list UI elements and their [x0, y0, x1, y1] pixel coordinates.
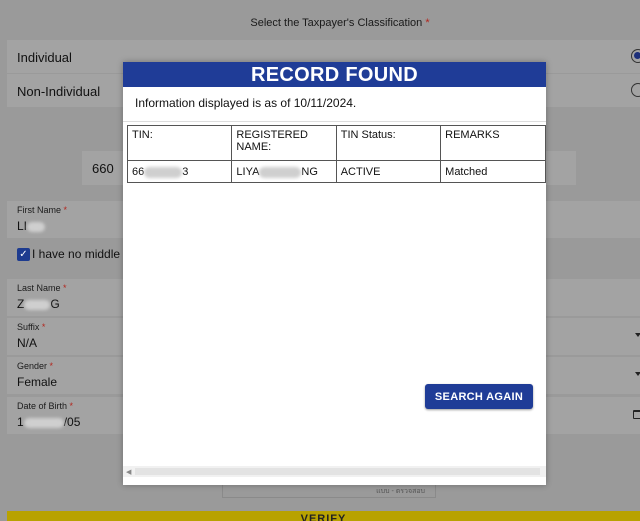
modal-divider [123, 121, 546, 122]
option-individual-label: Individual [17, 50, 72, 65]
classification-label: Select the Taxpayer's Classification * [250, 17, 430, 29]
cell-tin: 66 3 [126, 160, 233, 183]
modal-info-text: Information displayed is as of 10/11/202… [135, 96, 357, 110]
no-middle-name-label: I have no middle [32, 247, 121, 261]
header-tin: TIN: [126, 125, 233, 161]
scrollbar-thumb[interactable] [135, 468, 540, 475]
option-non-individual-label: Non-Individual [17, 84, 101, 99]
cell-tin-status: ACTIVE [335, 160, 442, 183]
search-again-button[interactable]: SEARCH AGAIN [425, 384, 533, 409]
radio-non-individual[interactable] [631, 83, 640, 97]
table-row: 66 3 LIYA NG ACTIVE Matched [126, 160, 546, 183]
cell-registered-name: LIYA NG [231, 160, 337, 183]
captcha-text: แบบ - ตรวจสอบ [376, 488, 425, 495]
table-header-row: TIN: REGISTERED NAME: TIN Status: REMARK… [126, 125, 546, 161]
horizontal-scrollbar[interactable]: ◀ [123, 466, 546, 477]
result-table: TIN: REGISTERED NAME: TIN Status: REMARK… [126, 125, 546, 183]
modal-title: RECORD FOUND [123, 62, 546, 87]
chevron-down-icon [635, 333, 640, 337]
verify-button[interactable]: VERIFY [7, 511, 640, 521]
header-remarks: REMARKS [440, 125, 546, 161]
radio-individual[interactable] [631, 49, 640, 63]
tin-input-value: 660 [92, 161, 114, 176]
cell-remarks: Matched [440, 160, 546, 183]
no-middle-name-row[interactable]: ✓ I have no middle [17, 247, 120, 261]
calendar-icon[interactable] [633, 410, 640, 419]
no-middle-name-checkbox[interactable]: ✓ [17, 247, 30, 261]
record-found-modal: RECORD FOUND Information displayed is as… [123, 62, 546, 485]
header-registered-name: REGISTERED NAME: [231, 125, 337, 161]
chevron-down-icon [635, 372, 640, 376]
scroll-left-icon[interactable]: ◀ [126, 468, 131, 476]
verify-label: VERIFY [300, 513, 347, 521]
header-tin-status: TIN Status: [335, 125, 442, 161]
